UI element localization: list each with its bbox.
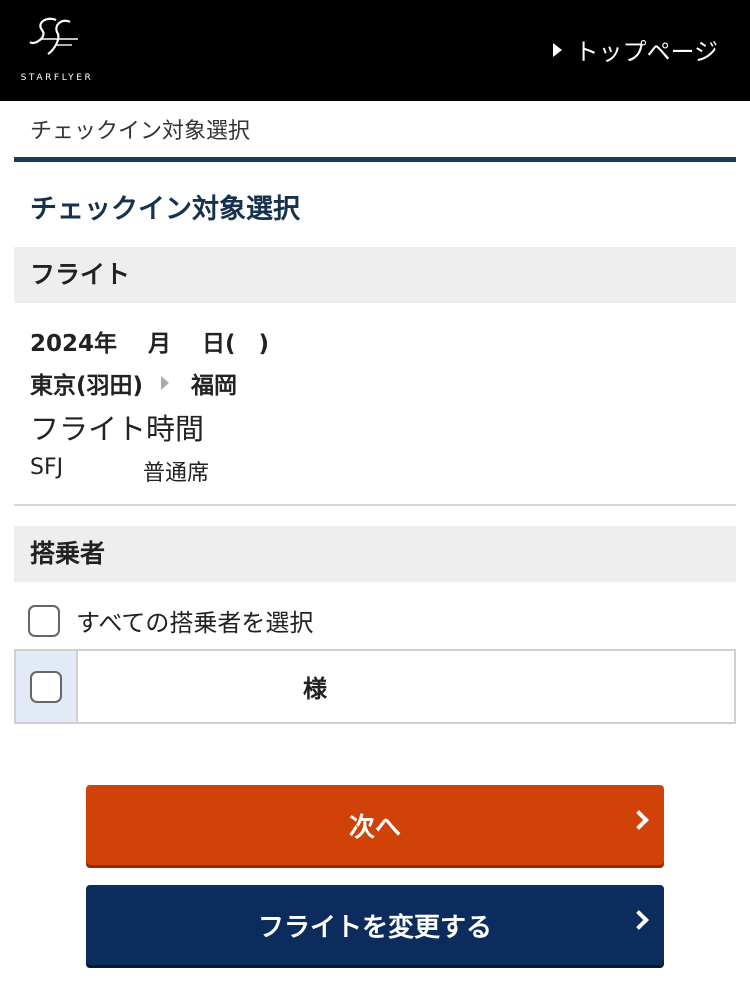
starflyer-logo[interactable]: STARFLYER [18,12,98,88]
next-button[interactable]: 次へ [86,785,664,865]
passenger-name: 様 [303,675,327,703]
seat-class: 普通席 [143,461,210,486]
logo-text: STARFLYER [20,73,94,83]
route-arrow-icon [161,376,170,390]
origin-airport: 東京(羽田) [30,373,144,399]
passenger-row[interactable]: 様 [14,649,736,724]
triangle-right-icon [553,42,563,57]
flight-section-heading: フライト [14,247,736,303]
select-all-label: すべての搭乗者を選択 [76,609,314,637]
passenger-checkbox[interactable] [30,670,62,703]
flight-time-label: フライト時間 [30,412,205,446]
chevron-right-icon [629,910,649,930]
flight-route: 東京(羽田) 福岡 [30,366,237,400]
select-all-checkbox[interactable] [28,604,60,637]
logo-mark-icon [29,17,78,55]
breadcrumb-divider [14,157,736,162]
top-page-link[interactable]: トップページ [553,32,718,67]
header-bar: STARFLYER トップページ [0,0,750,101]
change-flight-label: フライトを変更する [257,912,492,943]
chevron-right-icon [629,810,649,830]
passenger-checkbox-cell[interactable] [16,651,78,722]
flight-code: SFJ [30,455,64,480]
top-page-label: トップページ [574,38,718,66]
section-divider [14,504,736,506]
breadcrumb: チェックイン対象選択 [30,119,251,144]
select-all-passengers[interactable]: すべての搭乗者を選択 [28,603,313,638]
page-title: チェックイン対象選択 [30,194,300,225]
change-flight-button[interactable]: フライトを変更する [86,885,664,965]
next-button-label: 次へ [348,812,401,843]
passenger-section-heading: 搭乗者 [14,526,736,582]
destination-airport: 福岡 [191,373,238,399]
flight-date: 2024年 月 日( ) [30,331,270,357]
